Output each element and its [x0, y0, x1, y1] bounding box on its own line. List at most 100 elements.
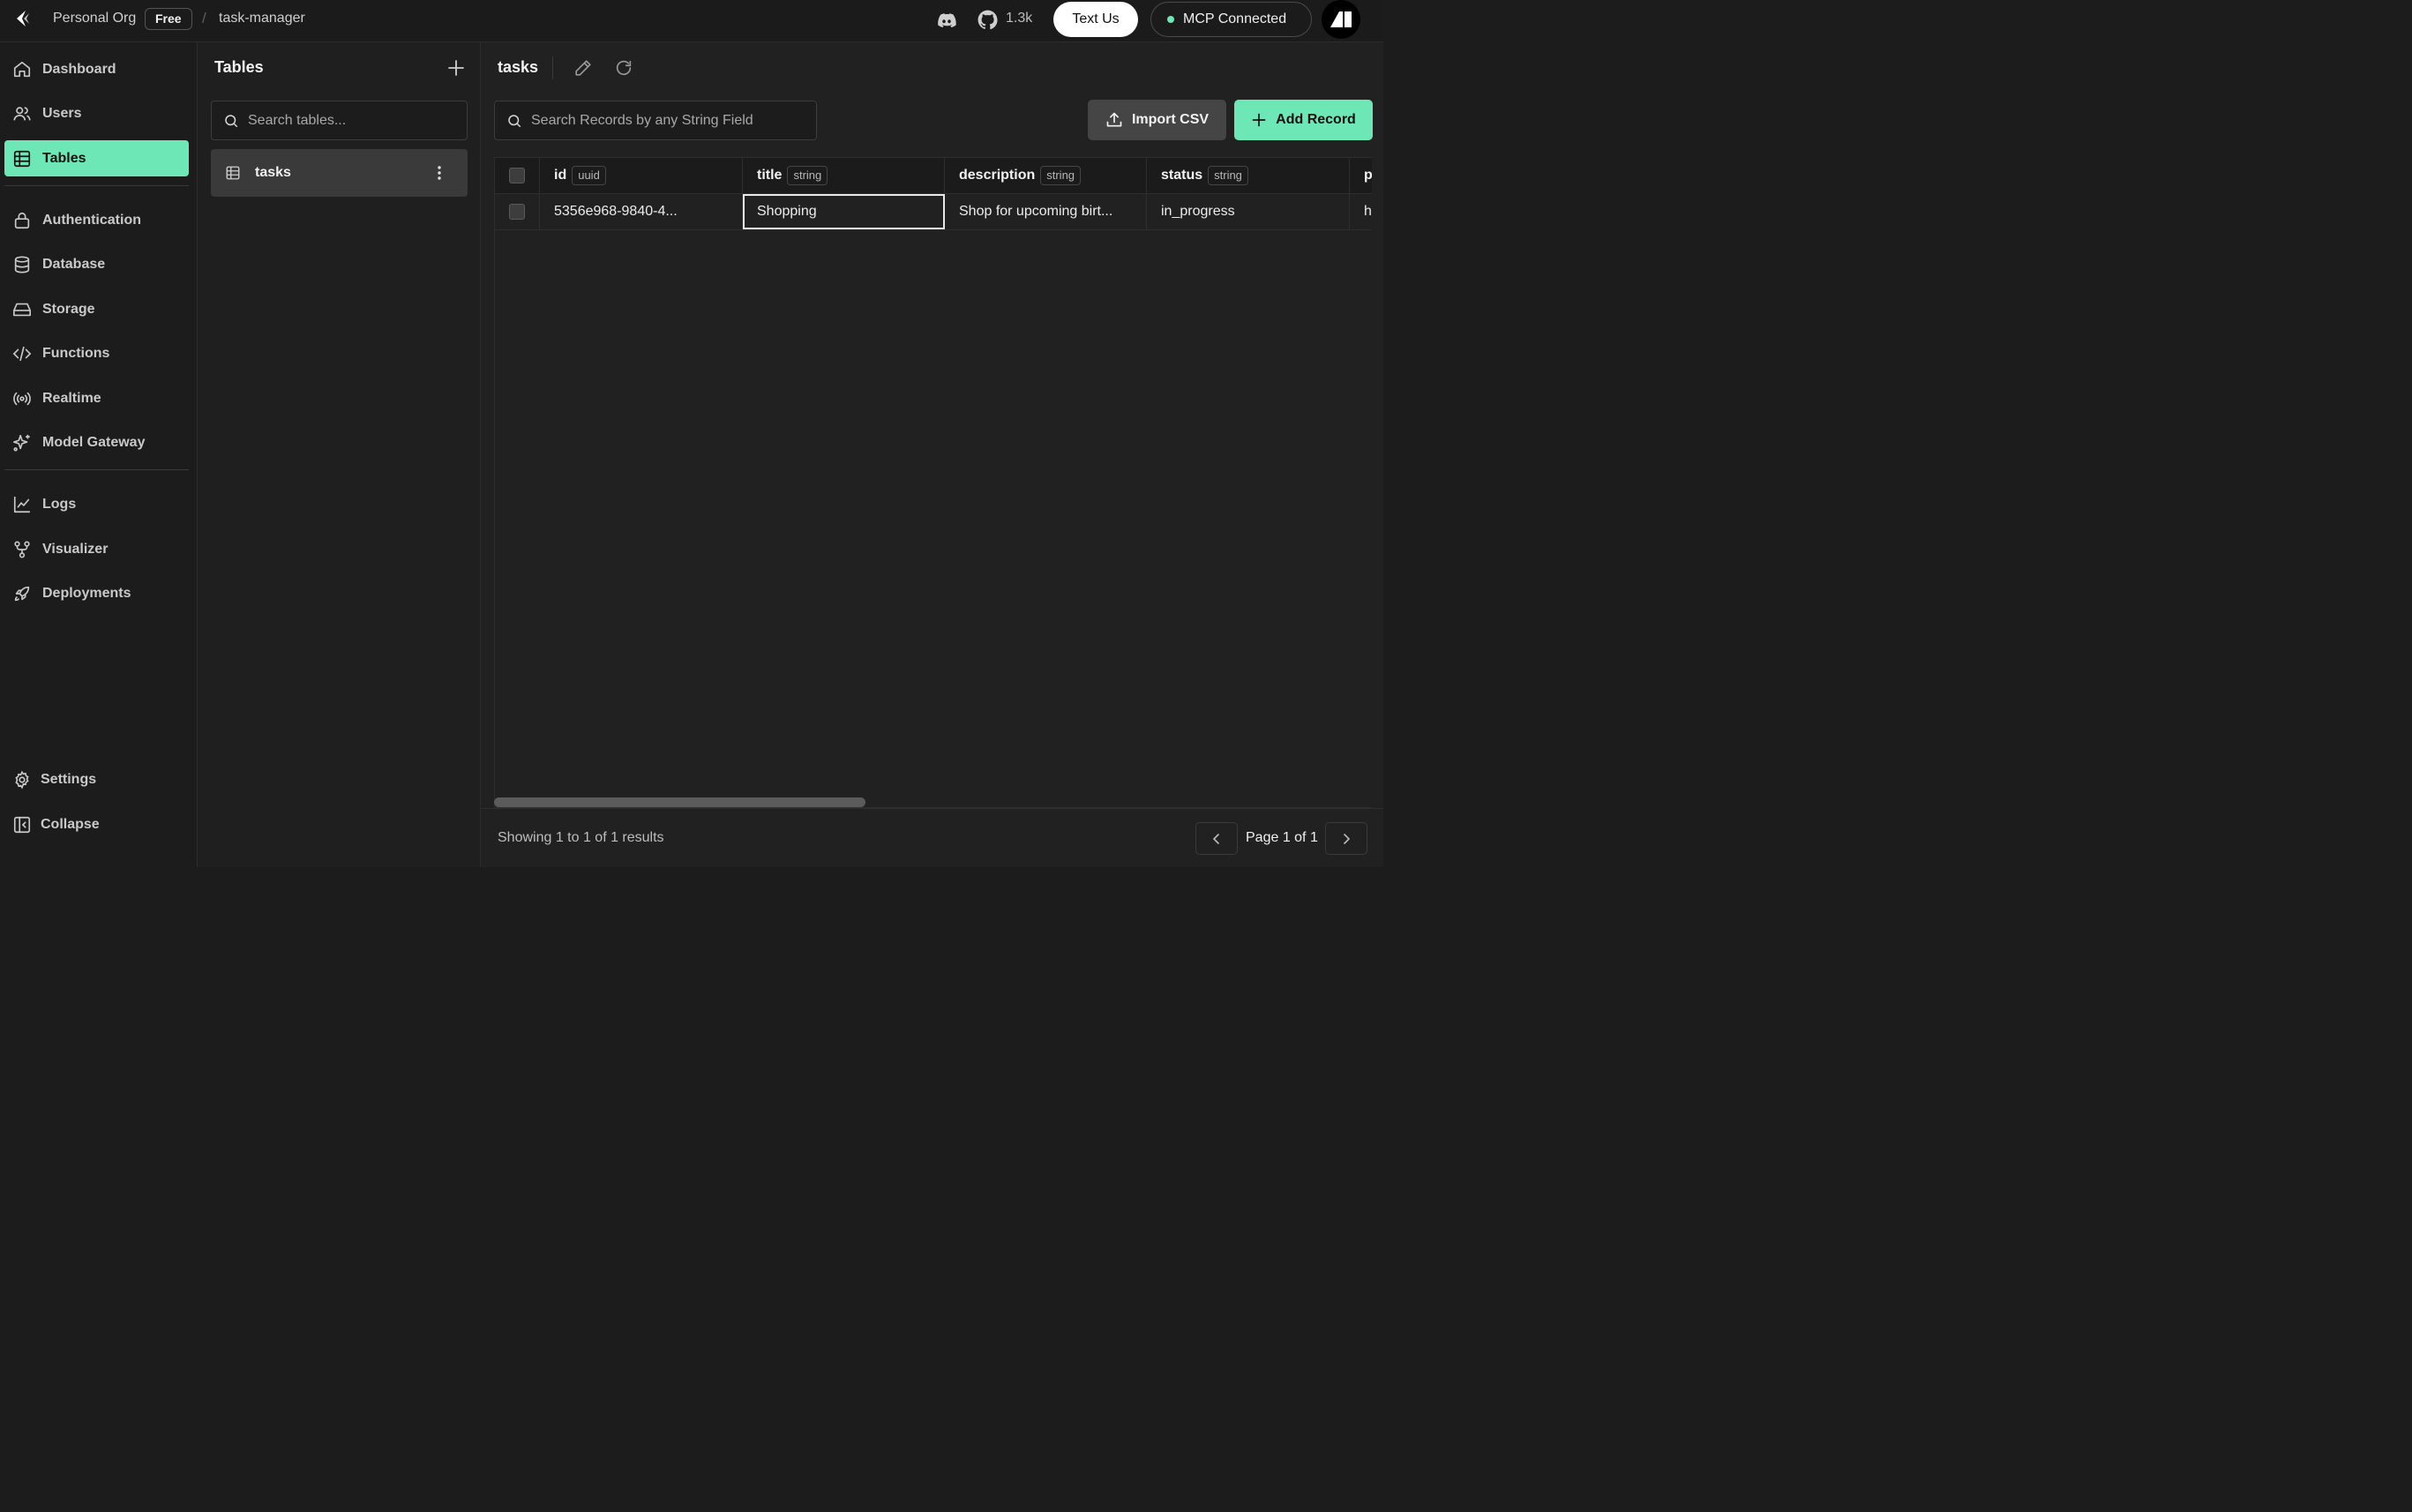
sidebar-item-visualizer[interactable]: Visualizer	[4, 531, 189, 567]
sidebar-item-functions[interactable]: Functions	[4, 335, 189, 371]
sidebar-item-dashboard[interactable]: Dashboard	[4, 51, 189, 87]
gear-icon	[15, 770, 29, 789]
add-record-label: Add Record	[1276, 112, 1356, 127]
mcp-status-button[interactable]: MCP Connected	[1150, 2, 1312, 37]
previous-page-button[interactable]	[1195, 822, 1238, 855]
column-name: description	[959, 168, 1036, 183]
plus-icon	[1252, 113, 1266, 127]
sidebar-item-deployments[interactable]: Deployments	[4, 575, 189, 611]
sidebar-divider	[4, 185, 189, 186]
sidebar-item-label: Deployments	[42, 585, 131, 601]
cell-title[interactable]: Shopping	[743, 194, 945, 229]
logo-icon[interactable]	[11, 8, 34, 31]
sidebar-collapse-button[interactable]: Collapse	[4, 806, 189, 842]
column-name: title	[757, 168, 783, 183]
sidebar-item-label: Dashboard	[42, 61, 116, 77]
table-item-label: tasks	[255, 165, 291, 180]
table-row[interactable]: 5356e968-9840-4... Shopping Shop for upc…	[495, 194, 1372, 230]
column-type-badge: string	[1040, 166, 1082, 185]
sidebar-item-label: Visualizer	[42, 541, 109, 557]
org-name[interactable]: Personal Org	[53, 11, 136, 26]
table-search-field[interactable]	[211, 101, 468, 140]
github-icon[interactable]	[977, 9, 999, 31]
sidebar-item-label: Users	[42, 105, 82, 121]
results-summary: Showing 1 to 1 of 1 results	[498, 830, 664, 845]
plus-icon[interactable]	[446, 58, 466, 78]
sidebar-item-logs[interactable]: Logs	[4, 486, 189, 522]
table-header-row: id uuid title string description string …	[495, 158, 1372, 194]
column-header-truncated[interactable]: p	[1350, 158, 1372, 193]
record-search-input[interactable]	[531, 112, 805, 129]
app-root: Personal Org Free / task-manager 1.3k Te…	[0, 0, 1383, 867]
tables-panel-title: Tables	[214, 58, 264, 76]
sidebar-item-label: Functions	[42, 345, 110, 361]
column-header-status[interactable]: status string	[1147, 158, 1350, 193]
home-icon	[13, 61, 31, 77]
chevron-right-icon	[1344, 833, 1351, 844]
code-icon	[12, 346, 32, 361]
column-header-description[interactable]: description string	[945, 158, 1147, 193]
collapse-label: Collapse	[41, 816, 100, 832]
sidebar-item-authentication[interactable]: Authentication	[4, 202, 189, 238]
line-chart-icon	[13, 496, 31, 513]
import-csv-button[interactable]: Import CSV	[1088, 100, 1226, 140]
sidebar-item-label: Logs	[42, 496, 77, 512]
upload-icon	[1106, 112, 1122, 127]
project-name[interactable]: task-manager	[219, 11, 305, 26]
search-icon	[225, 114, 238, 127]
import-csv-label: Import CSV	[1131, 112, 1210, 127]
title-divider	[552, 56, 553, 79]
avatar[interactable]	[1322, 0, 1360, 39]
database-icon	[14, 255, 30, 273]
sidebar-item-settings[interactable]: Settings	[4, 761, 189, 797]
github-star-count[interactable]: 1.3k	[1006, 11, 1032, 26]
sidebar-item-model-gateway[interactable]: Model Gateway	[4, 424, 189, 460]
add-record-button[interactable]: Add Record	[1234, 100, 1373, 140]
next-page-button[interactable]	[1325, 822, 1367, 855]
search-icon	[508, 114, 521, 127]
row-checkbox[interactable]	[509, 204, 525, 220]
footer-divider	[481, 808, 1383, 809]
sidebar-item-users[interactable]: Users	[4, 95, 189, 131]
sidebar-item-tables[interactable]: Tables	[4, 140, 189, 176]
users-icon	[13, 106, 31, 120]
text-us-button[interactable]: Text Us	[1053, 2, 1138, 37]
page-title: tasks	[498, 58, 539, 76]
breadcrumb-separator: /	[202, 10, 206, 26]
brand-mark-icon	[1330, 11, 1352, 27]
cell-status[interactable]: in_progress	[1147, 194, 1350, 229]
table-search-input[interactable]	[248, 112, 460, 129]
select-all-checkbox[interactable]	[509, 168, 525, 183]
sidebar-item-realtime[interactable]: Realtime	[4, 380, 189, 416]
more-vertical-icon[interactable]	[431, 164, 448, 182]
table-icon	[226, 166, 240, 180]
git-fork-icon	[14, 540, 30, 558]
sidebar-item-database[interactable]: Database	[4, 246, 189, 282]
cell-truncated[interactable]: h	[1350, 194, 1372, 229]
chevron-left-icon	[1212, 833, 1219, 844]
sparkles-icon	[13, 434, 30, 452]
column-name: status	[1161, 168, 1203, 183]
discord-icon[interactable]	[936, 10, 957, 31]
table-list-item[interactable]: tasks	[211, 149, 468, 197]
cell-id[interactable]: 5356e968-9840-4...	[540, 194, 743, 229]
column-type-badge: string	[787, 166, 828, 185]
sidebar-item-storage[interactable]: Storage	[4, 291, 189, 327]
horizontal-scrollbar[interactable]	[494, 797, 865, 807]
settings-label: Settings	[41, 771, 97, 787]
column-name: p	[1364, 168, 1372, 183]
sidebar-item-label: Realtime	[42, 390, 101, 406]
sidebar-item-label: Model Gateway	[42, 434, 146, 450]
cell-description[interactable]: Shop for upcoming birt...	[945, 194, 1147, 229]
status-dot	[1167, 16, 1174, 23]
records-table: id uuid title string description string …	[494, 157, 1372, 808]
sidebar-item-label: Database	[42, 256, 106, 272]
main-content: tasks Import CSV Add Record id uuid	[481, 42, 1383, 867]
column-header-title[interactable]: title string	[743, 158, 945, 193]
plan-badge: Free	[145, 8, 192, 30]
refresh-icon[interactable]	[614, 58, 633, 78]
pencil-icon[interactable]	[573, 58, 593, 78]
column-header-id[interactable]: id uuid	[540, 158, 743, 193]
sidebar: Dashboard Users Tables Authentication Da…	[0, 42, 198, 867]
record-search-field[interactable]	[494, 101, 817, 140]
